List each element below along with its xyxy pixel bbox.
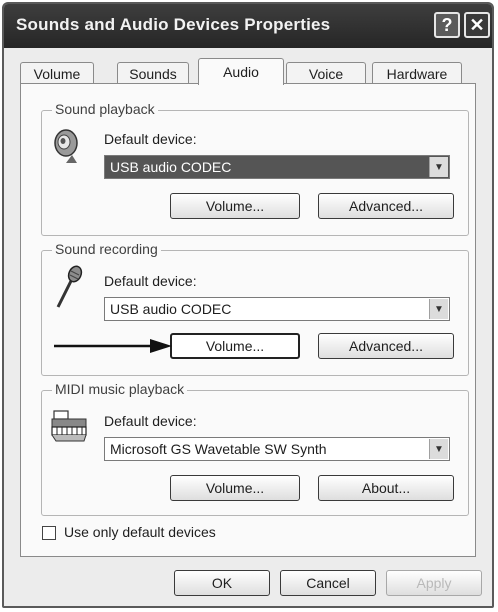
- recording-advanced-button[interactable]: Advanced...: [318, 333, 454, 359]
- close-button[interactable]: ✕: [464, 12, 490, 38]
- tab-sounds[interactable]: Sounds: [117, 62, 189, 84]
- sound-playback-group: Sound playback Default device: USB audio…: [41, 101, 469, 236]
- playback-device-label: Default device:: [104, 131, 197, 147]
- cancel-button[interactable]: Cancel: [280, 570, 376, 596]
- midi-device-value: Microsoft GS Wavetable SW Synth: [110, 441, 327, 457]
- ok-button[interactable]: OK: [174, 570, 270, 596]
- playback-device-value: USB audio CODEC: [110, 159, 232, 175]
- chevron-down-icon[interactable]: ▼: [429, 439, 448, 459]
- tab-hardware[interactable]: Hardware: [372, 62, 462, 84]
- midi-keyboard-icon: [51, 410, 87, 442]
- microphone-icon: [56, 265, 83, 308]
- playback-advanced-button[interactable]: Advanced...: [318, 193, 454, 219]
- title-bar: Sounds and Audio Devices Properties ? ✕: [4, 4, 492, 48]
- recording-device-select[interactable]: USB audio CODEC ▼: [104, 297, 450, 321]
- playback-device-select[interactable]: USB audio CODEC ▼: [104, 155, 450, 179]
- sound-recording-group: Sound recording Default device: USB audi…: [41, 241, 469, 376]
- properties-dialog: Sounds and Audio Devices Properties ? ✕ …: [2, 2, 494, 608]
- arrow-right-icon: [54, 339, 172, 353]
- playback-volume-button[interactable]: Volume...: [170, 193, 300, 219]
- tab-audio[interactable]: Audio: [198, 58, 284, 85]
- chevron-down-icon[interactable]: ▼: [429, 299, 448, 319]
- midi-playback-group: MIDI music playback Default device: Micr…: [41, 381, 469, 516]
- midi-playback-label: MIDI music playback: [52, 381, 188, 397]
- recording-volume-button[interactable]: Volume...: [170, 333, 300, 359]
- sound-playback-label: Sound playback: [52, 101, 158, 117]
- recording-device-label: Default device:: [104, 273, 197, 289]
- help-button[interactable]: ?: [434, 12, 460, 38]
- window-title: Sounds and Audio Devices Properties: [16, 15, 331, 34]
- midi-device-label: Default device:: [104, 413, 197, 429]
- midi-volume-button[interactable]: Volume...: [170, 475, 300, 501]
- tab-volume[interactable]: Volume: [20, 62, 94, 84]
- midi-about-button[interactable]: About...: [318, 475, 454, 501]
- use-default-devices-label: Use only default devices: [64, 524, 216, 540]
- tab-strip: Volume Sounds Audio Voice Hardware: [20, 58, 470, 85]
- chevron-down-icon[interactable]: ▼: [429, 157, 448, 177]
- recording-device-value: USB audio CODEC: [110, 301, 232, 317]
- speaker-icon: [54, 129, 78, 163]
- sound-recording-label: Sound recording: [52, 241, 161, 257]
- audio-tab-panel: Sound playback Default device: USB audio…: [20, 83, 476, 557]
- use-default-devices-checkbox[interactable]: [42, 526, 56, 540]
- midi-device-select[interactable]: Microsoft GS Wavetable SW Synth ▼: [104, 437, 450, 461]
- apply-button[interactable]: Apply: [386, 570, 482, 596]
- tab-voice[interactable]: Voice: [286, 62, 366, 84]
